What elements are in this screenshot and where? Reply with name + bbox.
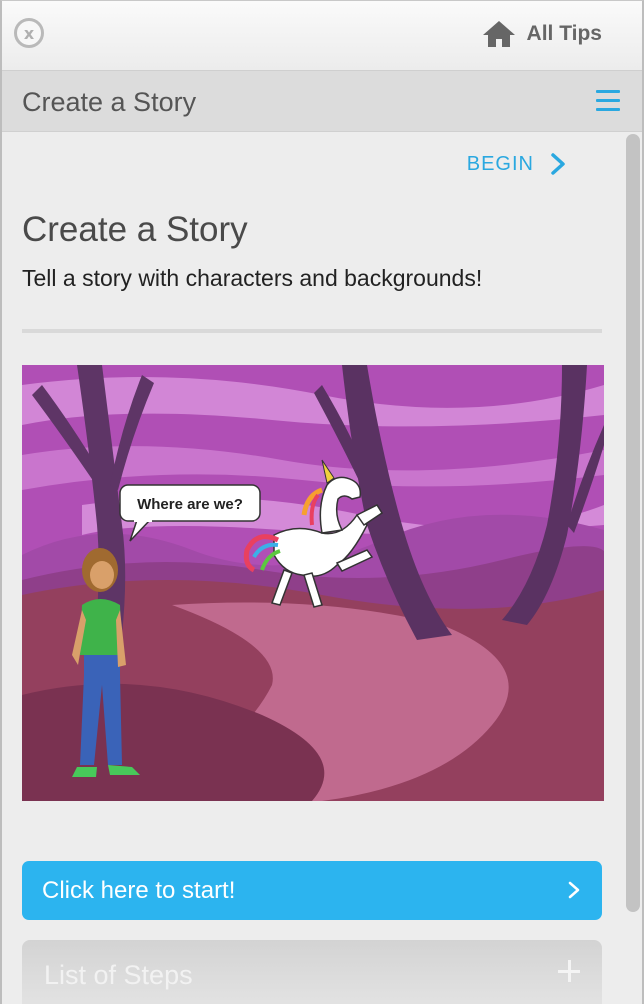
start-button[interactable]: Click here to start! bbox=[22, 861, 602, 920]
list-of-steps-button[interactable]: List of Steps bbox=[22, 940, 602, 1004]
start-button-label: Click here to start! bbox=[42, 876, 236, 904]
close-icon: x bbox=[23, 23, 35, 43]
hamburger-menu-icon[interactable] bbox=[596, 90, 620, 112]
chevron-right-icon bbox=[568, 881, 580, 899]
plus-icon bbox=[558, 960, 580, 982]
page-title: Create a Story bbox=[22, 210, 248, 249]
divider bbox=[22, 329, 602, 333]
list-of-steps-label: List of Steps bbox=[44, 960, 193, 990]
header-title: Create a Story bbox=[22, 87, 197, 117]
story-scene-image: Where are we? bbox=[22, 365, 604, 801]
close-button[interactable]: x bbox=[14, 18, 44, 48]
speech-bubble-text: Where are we? bbox=[137, 496, 243, 513]
tips-panel: x All Tips Create a Story BEGIN Create a… bbox=[0, 0, 644, 1004]
section-header: Create a Story bbox=[2, 71, 642, 132]
begin-label: BEGIN bbox=[466, 152, 534, 175]
page-subtitle: Tell a story with characters and backgro… bbox=[22, 265, 483, 291]
chevron-right-icon bbox=[551, 153, 565, 175]
all-tips-link[interactable]: All Tips bbox=[481, 17, 602, 51]
begin-link[interactable]: BEGIN bbox=[467, 152, 566, 176]
top-bar: x All Tips bbox=[2, 1, 642, 71]
scrollbar-thumb[interactable] bbox=[626, 134, 640, 912]
home-icon bbox=[482, 21, 515, 47]
tip-content: BEGIN Create a Story Tell a story with c… bbox=[2, 132, 622, 1004]
all-tips-label: All Tips bbox=[526, 22, 602, 45]
